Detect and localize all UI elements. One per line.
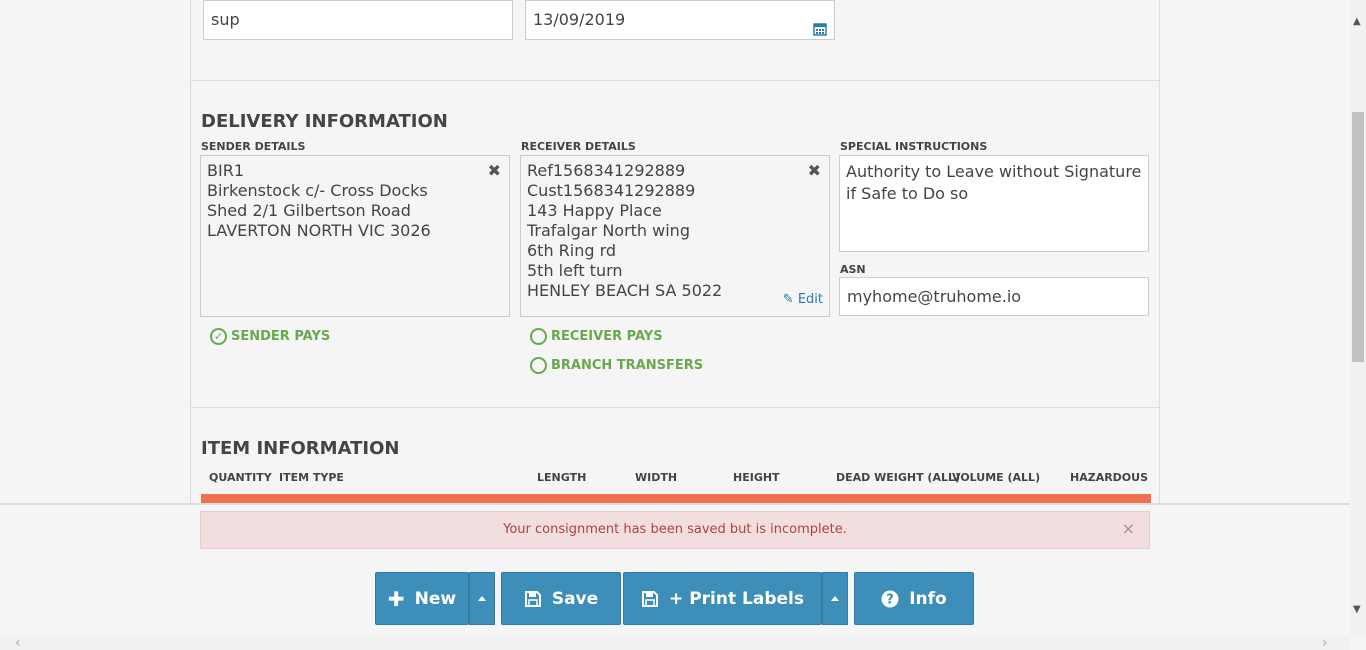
- receiver-line: 6th Ring rd: [527, 241, 617, 260]
- alert-close-icon[interactable]: ×: [1122, 512, 1135, 546]
- new-dropdown-toggle[interactable]: [469, 572, 495, 625]
- col-height: HEIGHT: [733, 471, 780, 484]
- scroll-right-icon[interactable]: ›: [1322, 635, 1328, 650]
- save-label: Save: [551, 588, 599, 609]
- receiver-pays-radio[interactable]: RECEIVER PAYS: [530, 328, 663, 345]
- print-labels-label: + Print Labels: [669, 588, 804, 609]
- edit-icon: ✎: [782, 292, 794, 307]
- clear-receiver-icon[interactable]: ✖: [808, 161, 821, 181]
- info-button[interactable]: ? Info: [854, 572, 974, 625]
- special-instructions-label: SPECIAL INSTRUCTIONS: [840, 140, 988, 153]
- horizontal-scrollbar[interactable]: ‹ ›: [0, 635, 1350, 650]
- branch-transfers-label: BRANCH TRANSFERS: [551, 358, 704, 373]
- scroll-left-icon[interactable]: ‹: [15, 635, 21, 650]
- new-label: New: [414, 588, 457, 609]
- calendar-icon[interactable]: [813, 12, 827, 36]
- vertical-scroll-thumb[interactable]: [1352, 112, 1364, 362]
- receiver-pays-label: RECEIVER PAYS: [551, 329, 663, 344]
- col-quantity: QUANTITY: [209, 471, 272, 484]
- print-dropdown-toggle[interactable]: [822, 572, 848, 625]
- col-item-type: ITEM TYPE: [279, 471, 344, 484]
- caret-up-icon: [831, 596, 839, 601]
- item-row-header-bar: [201, 494, 1151, 503]
- asn-value: myhome@truhome.io: [847, 287, 1022, 306]
- section-divider: [190, 407, 1160, 408]
- clear-sender-icon[interactable]: ✖: [488, 161, 501, 181]
- print-labels-button[interactable]: + Print Labels: [623, 572, 822, 625]
- asn-input[interactable]: myhome@truhome.io: [839, 277, 1149, 316]
- sender-pays-radio[interactable]: SENDER PAYS: [210, 328, 330, 345]
- date-input[interactable]: 13/09/2019: [525, 0, 835, 40]
- col-volume: VOLUME (ALL): [952, 471, 1041, 484]
- plus-icon: ✚: [387, 586, 405, 611]
- caret-up-icon: [478, 596, 486, 601]
- sender-pays-label: SENDER PAYS: [231, 329, 331, 344]
- edit-receiver-link[interactable]: ✎ Edit: [783, 290, 823, 310]
- incomplete-alert: Your consignment has been saved but is i…: [200, 511, 1150, 549]
- receiver-line: Ref1568341292889: [527, 161, 686, 180]
- col-dead-weight: DEAD WEIGHT (ALL): [836, 471, 961, 484]
- checked-circle-icon: [210, 328, 227, 345]
- edit-label: Edit: [797, 292, 823, 307]
- receiver-line: 143 Happy Place: [527, 201, 662, 220]
- special-instructions-field[interactable]: Authority to Leave without Signature if …: [839, 155, 1149, 252]
- sender-line: Shed 2/1 Gilbertson Road: [207, 201, 411, 220]
- reference-input[interactable]: sup: [203, 0, 513, 40]
- special-instructions-value: Authority to Leave without Signature if …: [846, 162, 1142, 203]
- receiver-line: Trafalgar North wing: [527, 221, 690, 240]
- receiver-label: RECEIVER DETAILS: [521, 140, 636, 153]
- circle-icon: [530, 357, 547, 374]
- receiver-line: HENLEY BEACH SA 5022: [527, 281, 723, 300]
- floppy-disk-icon: [641, 590, 659, 608]
- new-button[interactable]: ✚ New: [375, 572, 469, 625]
- receiver-line: Cust1568341292889: [527, 181, 696, 200]
- branch-transfers-radio[interactable]: BRANCH TRANSFERS: [530, 357, 703, 374]
- section-divider: [190, 80, 1160, 81]
- reference-value: sup: [211, 10, 240, 29]
- sender-line: BIR1: [207, 161, 244, 180]
- asn-label: ASN: [840, 263, 866, 276]
- delivery-title: DELIVERY INFORMATION: [201, 111, 448, 132]
- scroll-up-icon[interactable]: ▲: [1353, 16, 1361, 27]
- sender-label: SENDER DETAILS: [201, 140, 306, 153]
- vertical-scrollbar[interactable]: ▲ ▼: [1350, 0, 1366, 635]
- info-label: Info: [909, 588, 947, 609]
- svg-text:?: ?: [886, 592, 894, 607]
- floppy-disk-icon: [524, 590, 542, 608]
- date-value: 13/09/2019: [533, 10, 626, 29]
- item-title: ITEM INFORMATION: [201, 438, 400, 459]
- col-hazardous: HAZARDOUS: [1070, 471, 1149, 484]
- alert-message: Your consignment has been saved but is i…: [503, 522, 847, 537]
- question-circle-icon: ?: [881, 590, 899, 608]
- sender-details-box: BIR1 Birkenstock c/- Cross Docks Shed 2/…: [200, 155, 510, 317]
- circle-icon: [530, 328, 547, 345]
- sender-line: Birkenstock c/- Cross Docks: [207, 181, 428, 200]
- sender-line: LAVERTON NORTH VIC 3026: [207, 221, 431, 240]
- save-button[interactable]: Save: [501, 572, 621, 625]
- scroll-down-icon[interactable]: ▼: [1353, 604, 1361, 615]
- col-length: LENGTH: [537, 471, 587, 484]
- receiver-line: 5th left turn: [527, 261, 623, 280]
- receiver-details-box: Ref1568341292889 Cust1568341292889 143 H…: [520, 155, 830, 317]
- col-width: WIDTH: [635, 471, 678, 484]
